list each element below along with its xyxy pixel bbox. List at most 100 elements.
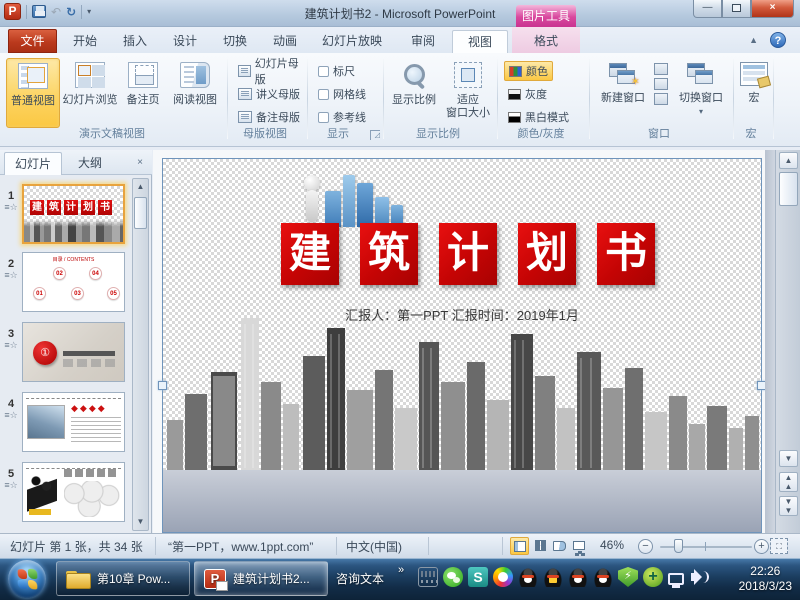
taskbar-toolbar-label[interactable]: 咨询文本 bbox=[336, 570, 384, 587]
qq-icon[interactable] bbox=[518, 567, 538, 587]
tab-slideshow[interactable]: 幻灯片放映 bbox=[310, 30, 394, 53]
checkbox-icon bbox=[318, 89, 329, 100]
scroll-thumb[interactable] bbox=[779, 172, 798, 206]
zoom-button[interactable]: 显示比例 bbox=[388, 58, 440, 128]
language-indicator[interactable]: 中文(中国) bbox=[346, 538, 402, 555]
save-icon[interactable] bbox=[32, 5, 46, 18]
scroll-down-icon[interactable]: ▼ bbox=[134, 515, 147, 529]
dialog-launcher-icon[interactable]: ◿ bbox=[370, 130, 380, 140]
zoom-out-button[interactable]: − bbox=[638, 539, 653, 554]
taskbar-powerpoint-window[interactable]: P 建筑计划书2... bbox=[194, 561, 328, 596]
undo-icon[interactable]: ↶ bbox=[51, 5, 61, 19]
new-window-button[interactable]: ✶ 新建窗口 bbox=[596, 58, 650, 128]
slide4-thumbnail[interactable]: ◆◆◆◆ bbox=[22, 392, 125, 452]
minimize-button[interactable]: — bbox=[693, 0, 722, 18]
scroll-up-icon[interactable]: ▲ bbox=[779, 152, 798, 169]
qq-file-icon[interactable] bbox=[543, 567, 563, 587]
handout-master-button[interactable]: 讲义母版 bbox=[234, 84, 304, 104]
switch-windows-button[interactable]: 切换窗口▾ bbox=[674, 58, 728, 128]
cascade-icon[interactable] bbox=[654, 78, 668, 90]
arrange-all-icon[interactable] bbox=[654, 63, 668, 75]
panel-scrollbar[interactable]: ▲ ▼ bbox=[132, 178, 149, 531]
tab-outline[interactable]: 大纲 bbox=[64, 152, 116, 175]
redo-icon[interactable]: ↻ bbox=[66, 5, 76, 19]
input-keyboard-icon[interactable] bbox=[418, 567, 438, 587]
next-slide-button[interactable]: ▼▼ bbox=[779, 496, 798, 516]
wechat-icon[interactable] bbox=[443, 567, 463, 587]
normal-view-status-button[interactable] bbox=[510, 537, 529, 555]
slide3-thumbnail[interactable]: ① bbox=[22, 322, 125, 382]
city-skyline-image[interactable] bbox=[163, 312, 761, 470]
scroll-thumb[interactable] bbox=[134, 197, 147, 229]
tab-insert[interactable]: 插入 bbox=[110, 30, 160, 53]
tab-review[interactable]: 审阅 bbox=[398, 30, 448, 53]
toolbar-chevron-icon[interactable]: » bbox=[398, 564, 404, 576]
tab-transitions[interactable]: 切换 bbox=[210, 30, 260, 53]
security-shield-icon[interactable] bbox=[618, 567, 638, 587]
black-white-button[interactable]: 黑白模式 bbox=[504, 107, 573, 127]
close-button[interactable]: × bbox=[751, 0, 794, 18]
window-small-buttons bbox=[654, 63, 668, 108]
guides-checkbox[interactable]: 参考线 bbox=[314, 107, 370, 127]
macros-button[interactable]: 宏 bbox=[736, 58, 772, 128]
tab-design[interactable]: 设计 bbox=[160, 30, 210, 53]
thumb5-text bbox=[64, 469, 116, 477]
rainbow-app-icon[interactable] bbox=[493, 567, 513, 587]
antivirus-plus-icon[interactable] bbox=[643, 567, 663, 587]
slide-sorter-status-button[interactable] bbox=[531, 537, 550, 555]
zoom-slider-thumb[interactable] bbox=[674, 539, 683, 553]
taskbar-folder-window[interactable]: 第10章 Pow... bbox=[56, 561, 190, 596]
restore-button[interactable] bbox=[722, 0, 751, 18]
slide-master-button[interactable]: 幻灯片母版 bbox=[234, 61, 308, 81]
thumb5-workers-silhouette bbox=[27, 473, 57, 517]
normal-view-button[interactable]: 普通视图 bbox=[6, 58, 60, 128]
powerpoint-app-icon[interactable]: P bbox=[4, 3, 21, 20]
tab-home[interactable]: 开始 bbox=[60, 30, 110, 53]
reading-view-status-button[interactable] bbox=[550, 537, 569, 555]
reading-view-button[interactable]: 阅读视图 bbox=[168, 58, 222, 128]
slide-subtitle[interactable]: 汇报人：第一PPT 汇报时间：2019年1月 bbox=[163, 305, 761, 324]
gridlines-checkbox[interactable]: 网格线 bbox=[314, 84, 370, 104]
help-button[interactable]: ? bbox=[770, 32, 786, 48]
taskbar-clock[interactable]: 22:26 2018/3/23 bbox=[739, 564, 792, 594]
collapse-ribbon-icon[interactable]: ▲ bbox=[749, 35, 758, 45]
customize-qat-dropdown-icon[interactable]: ▾ bbox=[87, 7, 91, 16]
color-button[interactable]: 颜色 bbox=[504, 61, 553, 81]
selection-handle-left[interactable] bbox=[158, 381, 167, 390]
windows-taskbar: 第10章 Pow... P 建筑计划书2... 咨询文本 » S 22:26 2… bbox=[0, 558, 800, 600]
ribbon-tab-row: 文件 开始 插入 设计 切换 动画 幻灯片放映 审阅 视图 格式 ▲ ? bbox=[0, 27, 800, 53]
volume-icon[interactable] bbox=[689, 567, 709, 587]
previous-slide-button[interactable]: ▲▲ bbox=[779, 472, 798, 492]
title-bar[interactable]: P ↶ ↻ ▾ 建筑计划书2 - Microsoft PowerPoint 图片… bbox=[0, 0, 800, 27]
slideshow-status-button[interactable] bbox=[569, 537, 588, 555]
slide1-thumbnail[interactable]: 建筑计划书 bbox=[22, 184, 125, 244]
notes-page-button[interactable]: 备注页 bbox=[120, 58, 166, 128]
move-split-icon[interactable] bbox=[654, 93, 668, 105]
start-button[interactable] bbox=[8, 560, 46, 598]
slide-canvas[interactable]: 建 筑 计 划 书 汇报人：第一PPT 汇报时间：2019年1月 bbox=[162, 158, 762, 533]
close-panel-icon[interactable]: × bbox=[132, 155, 148, 170]
fit-slide-to-window-button[interactable]: ⛶ bbox=[770, 538, 788, 554]
zoom-percentage[interactable]: 46% bbox=[600, 538, 624, 552]
main-scrollbar[interactable]: ▲ ▼ ▲▲ ▼▼ bbox=[775, 150, 800, 533]
qq-icon[interactable] bbox=[593, 567, 613, 587]
tab-view[interactable]: 视图 bbox=[452, 30, 508, 53]
scroll-down-icon[interactable]: ▼ bbox=[779, 450, 798, 467]
network-icon[interactable] bbox=[668, 573, 684, 585]
tab-slides[interactable]: 幻灯片 bbox=[4, 152, 62, 175]
sogou-icon[interactable]: S bbox=[468, 567, 488, 587]
qq-icon[interactable] bbox=[568, 567, 588, 587]
tab-animations[interactable]: 动画 bbox=[260, 30, 310, 53]
slide2-thumbnail[interactable]: 目录 / CONTENTS 01 02 03 04 05 bbox=[22, 252, 125, 312]
slide-title[interactable]: 建 筑 计 划 书 bbox=[281, 223, 655, 285]
slide-sorter-button[interactable]: 幻灯片浏览 bbox=[62, 58, 118, 128]
slide5-thumbnail[interactable] bbox=[22, 462, 125, 522]
tab-format[interactable]: 格式 bbox=[516, 30, 576, 53]
ruler-checkbox[interactable]: 标尺 bbox=[314, 61, 359, 81]
zoom-in-button[interactable]: + bbox=[754, 539, 769, 554]
fit-to-window-button[interactable]: 适应窗口大小 bbox=[442, 58, 494, 128]
grayscale-button[interactable]: 灰度 bbox=[504, 84, 551, 104]
tab-file[interactable]: 文件 bbox=[8, 29, 57, 53]
notes-master-button[interactable]: 备注母版 bbox=[234, 107, 304, 127]
scroll-up-icon[interactable]: ▲ bbox=[134, 180, 147, 194]
